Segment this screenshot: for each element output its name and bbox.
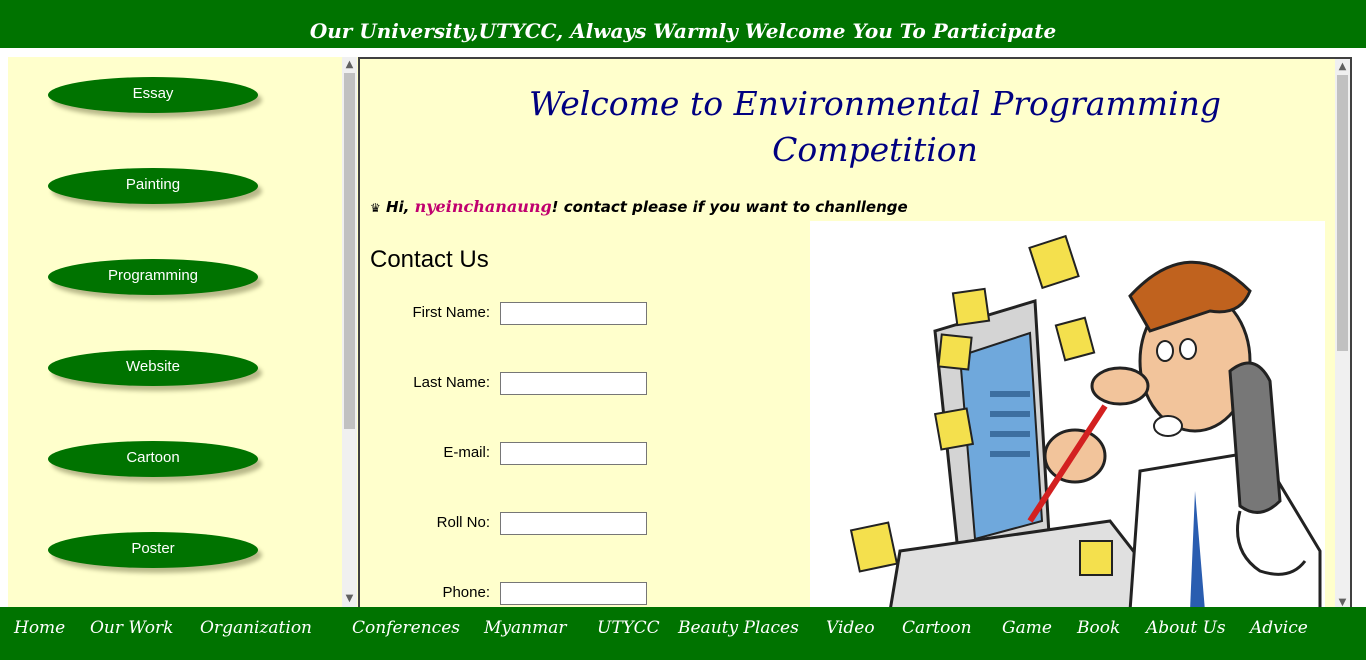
nav-link-myanmar[interactable]: Myanmar bbox=[484, 618, 566, 638]
main-content-frame: Welcome to Environmental Programming Com… bbox=[358, 57, 1352, 609]
greeting-line: ♛ Hi, nyeinchanaung! contact please if y… bbox=[370, 197, 908, 216]
scroll-up-icon[interactable]: ▲ bbox=[1335, 59, 1350, 75]
nav-link-advice[interactable]: Advice bbox=[1250, 618, 1308, 638]
phone-label: Phone: bbox=[442, 584, 490, 601]
sidebar-scrollbar[interactable]: ▲ ▼ bbox=[342, 57, 357, 607]
bottom-nav: Home Our Work Organization Conferences M… bbox=[0, 607, 1366, 660]
email-row: E-mail: bbox=[360, 442, 660, 466]
nav-link-utycc[interactable]: UTYCC bbox=[597, 618, 660, 638]
page-title-line-1: Welcome to Environmental Programming bbox=[528, 84, 1222, 123]
roll-no-row: Roll No: bbox=[360, 512, 660, 536]
last-name-row: Last Name: bbox=[360, 372, 660, 396]
nav-link-beauty-places[interactable]: Beauty Places bbox=[678, 618, 799, 638]
email-input[interactable] bbox=[500, 442, 647, 465]
banner-text: Our University,UTYCC, Always Warmly Welc… bbox=[309, 19, 1057, 43]
first-name-input[interactable] bbox=[500, 302, 647, 325]
roll-no-label: Roll No: bbox=[436, 514, 490, 531]
username: nyeinchanaung bbox=[414, 197, 552, 216]
sidebar-item-essay[interactable]: Essay bbox=[48, 77, 258, 113]
sidebar-item-website[interactable]: Website bbox=[48, 350, 258, 386]
phone-row: Phone: bbox=[360, 582, 660, 606]
first-name-row: First Name: bbox=[360, 302, 660, 326]
nav-link-conferences[interactable]: Conferences bbox=[352, 618, 460, 638]
sidebar-item-cartoon[interactable]: Cartoon bbox=[48, 441, 258, 477]
contact-heading: Contact Us bbox=[370, 246, 489, 273]
nav-link-organization[interactable]: Organization bbox=[200, 618, 312, 638]
scroll-up-icon[interactable]: ▲ bbox=[342, 57, 357, 73]
scroll-down-icon[interactable]: ▼ bbox=[342, 591, 357, 607]
nav-link-home[interactable]: Home bbox=[14, 618, 65, 638]
nav-link-about-us[interactable]: About Us bbox=[1146, 618, 1226, 638]
top-banner: Our University,UTYCC, Always Warmly Welc… bbox=[0, 0, 1366, 48]
sidebar-item-poster[interactable]: Poster bbox=[48, 532, 258, 568]
roll-no-input[interactable] bbox=[500, 512, 647, 535]
greeting-suffix: ! contact please if you want to chanllen… bbox=[551, 198, 908, 216]
sidebar-frame: Essay Painting Programming Website Carto… bbox=[8, 57, 358, 607]
email-label: E-mail: bbox=[443, 444, 490, 461]
page-title-line-2: Competition bbox=[772, 130, 978, 169]
phone-input[interactable] bbox=[500, 582, 647, 605]
page-title: Welcome to Environmental Programming Com… bbox=[360, 81, 1350, 173]
sidebar-scroll-thumb[interactable] bbox=[344, 73, 355, 429]
nav-link-video[interactable]: Video bbox=[826, 618, 875, 638]
crown-icon: ♛ bbox=[370, 201, 381, 215]
main-scrollbar[interactable]: ▲ ▼ bbox=[1335, 59, 1350, 609]
sidebar-item-programming[interactable]: Programming bbox=[48, 259, 258, 295]
nav-link-cartoon[interactable]: Cartoon bbox=[902, 618, 972, 638]
contact-illustration bbox=[810, 221, 1325, 609]
busy-office-worker-illustration bbox=[849, 234, 1322, 609]
first-name-label: First Name: bbox=[412, 304, 490, 321]
last-name-input[interactable] bbox=[500, 372, 647, 395]
greeting-prefix: Hi, bbox=[386, 198, 415, 216]
nav-link-game[interactable]: Game bbox=[1002, 618, 1052, 638]
sidebar-item-painting[interactable]: Painting bbox=[48, 168, 258, 204]
nav-link-our-work[interactable]: Our Work bbox=[90, 618, 173, 638]
last-name-label: Last Name: bbox=[413, 374, 490, 391]
main-scroll-thumb[interactable] bbox=[1337, 75, 1348, 351]
nav-link-book[interactable]: Book bbox=[1077, 618, 1120, 638]
